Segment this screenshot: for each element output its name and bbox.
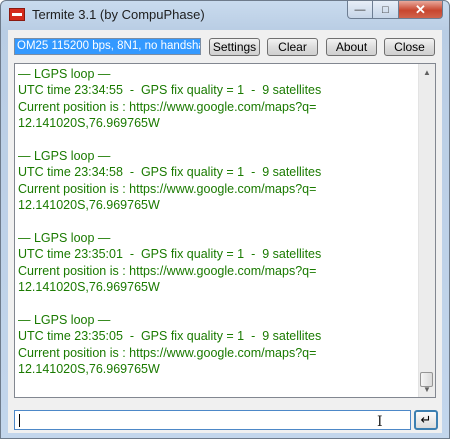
output-line: 12.141020S,76.969765W [18, 116, 160, 131]
output-line: UTC time 23:35:01 - GPS fix quality = 1 … [18, 247, 322, 262]
port-settings-field[interactable]: OM25 115200 bps, 8N1, no handshak [14, 38, 201, 55]
send-enter-button[interactable]: ↵ [414, 410, 438, 430]
terminal-output[interactable]: — LGPS loop — UTC time 23:34:55 - GPS fix… [14, 63, 436, 398]
output-line: 12.141020S,76.969765W [18, 362, 160, 377]
output-line: 12.141020S,76.969765W [18, 280, 160, 295]
window-controls: — □ ✕ [347, 1, 443, 20]
window-title: Termite 3.1 (by CompuPhase) [32, 7, 205, 22]
maximize-button[interactable]: □ [373, 1, 399, 19]
output-line: Current position is : https://www.google… [18, 345, 317, 360]
output-line: UTC time 23:34:58 - GPS fix quality = 1 … [18, 165, 322, 180]
settings-button[interactable]: Settings [209, 38, 260, 56]
scroll-down-arrow-icon[interactable]: ▼ [419, 381, 435, 397]
title-bar[interactable]: Termite 3.1 (by CompuPhase) — □ ✕ [1, 1, 449, 29]
toolbar: OM25 115200 bps, 8N1, no handshak Settin… [8, 30, 442, 61]
output-line: — LGPS loop — [18, 230, 111, 245]
send-row: I ↵ [14, 410, 438, 430]
client-area: OM25 115200 bps, 8N1, no handshak Settin… [8, 30, 442, 433]
text-caret [19, 414, 20, 427]
about-button[interactable]: About [326, 38, 377, 56]
output-line: Current position is : https://www.google… [18, 263, 317, 278]
output-line: — LGPS loop — [18, 148, 111, 163]
vertical-scrollbar[interactable]: ▲ ▼ [418, 64, 435, 397]
output-line: — LGPS loop — [18, 312, 111, 327]
termite-app-icon[interactable] [9, 8, 25, 21]
output-line: 12.141020S,76.969765W [18, 198, 160, 213]
clear-button[interactable]: Clear [267, 38, 318, 56]
output-lines: — LGPS loop — UTC time 23:34:55 - GPS fix… [18, 66, 414, 377]
output-line: UTC time 23:35:05 - GPS fix quality = 1 … [18, 329, 322, 344]
close-window-button[interactable]: ✕ [399, 1, 443, 19]
scroll-up-arrow-icon[interactable]: ▲ [419, 64, 435, 80]
mouse-ibeam-cursor-icon: I [377, 414, 383, 430]
termite-window: Termite 3.1 (by CompuPhase) — □ ✕ OM25 1… [0, 0, 450, 439]
minimize-button[interactable]: — [347, 1, 373, 19]
output-line: UTC time 23:34:55 - GPS fix quality = 1 … [18, 83, 322, 98]
close-button[interactable]: Close [384, 38, 435, 56]
output-line: — LGPS loop — [18, 67, 111, 81]
output-line: Current position is : https://www.google… [18, 181, 317, 196]
send-input[interactable]: I [14, 410, 411, 430]
output-line: Current position is : https://www.google… [18, 99, 317, 114]
